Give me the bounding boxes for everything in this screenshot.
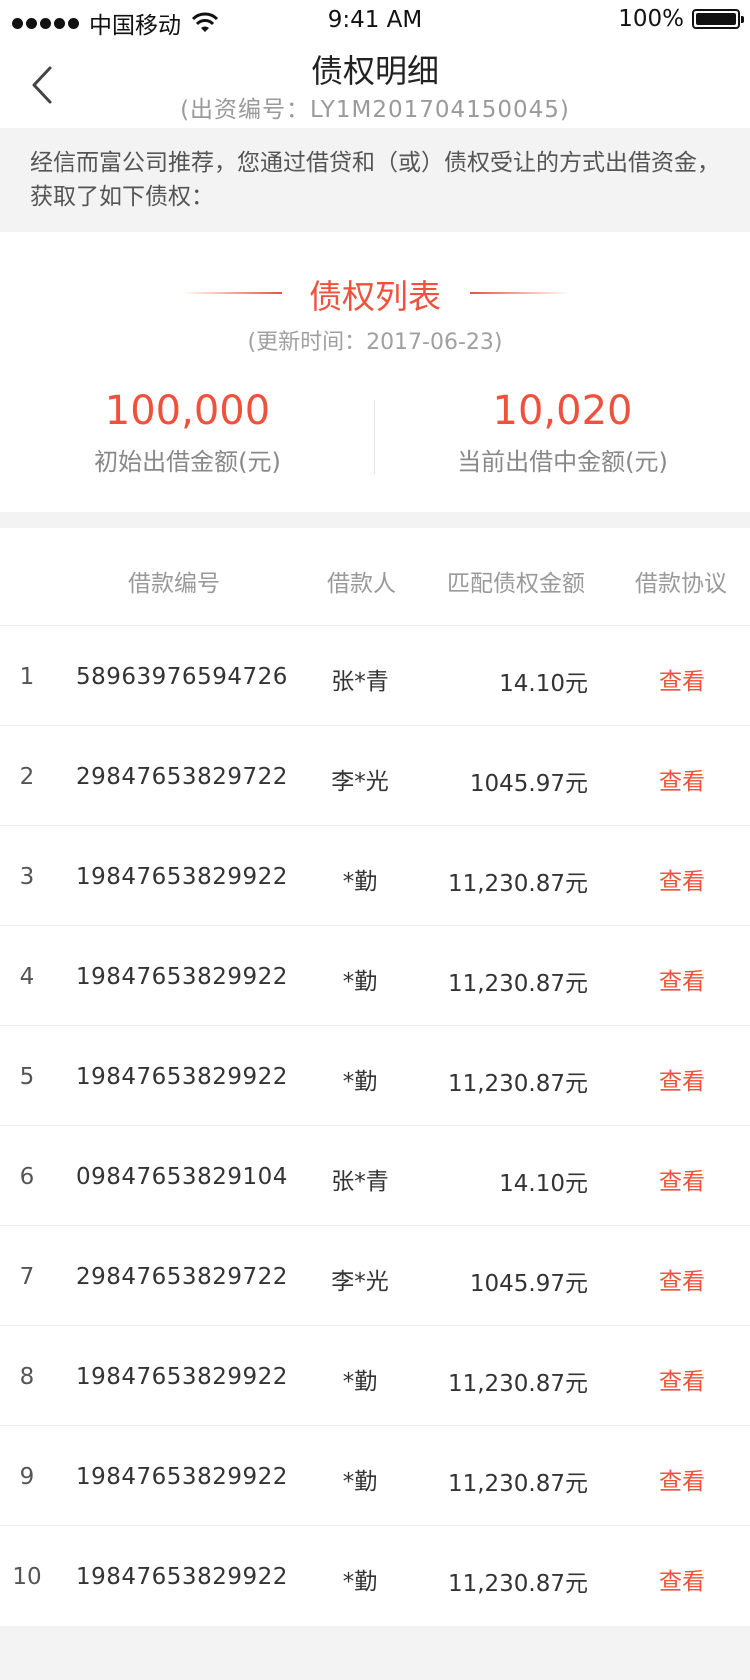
row-borrower: *勤: [342, 869, 378, 895]
current-amount-label: 当前出借中金额(元): [457, 448, 668, 476]
table-row: 4 19847653829922 *勤 11,230.87元 查看: [0, 926, 750, 1026]
view-agreement-link[interactable]: 查看: [632, 1062, 732, 1096]
row-index: 3: [19, 864, 35, 890]
status-bar: 中国移动 9:41 AM 100%: [0, 0, 750, 42]
status-right: 100%: [618, 6, 744, 32]
row-index: 4: [19, 964, 35, 990]
debt-table: 借款编号 借款人 匹配债权金额 借款协议 1 58963976594726 张*青 1…: [0, 528, 750, 1626]
row-index: 7: [19, 1264, 35, 1290]
view-agreement-link[interactable]: 查看: [632, 1362, 732, 1396]
section-title: 债权列表: [309, 277, 441, 316]
row-loan-no: 58963976594726: [76, 664, 288, 690]
row-index: 1: [19, 664, 35, 690]
table-row: 5 19847653829922 *勤 11,230.87元 查看: [0, 1026, 750, 1126]
row-borrower: *勤: [342, 1069, 378, 1095]
row-index: 8: [19, 1364, 35, 1390]
summary-card: 债权列表 (更新时间：2017-06-23) 100,000 初始出借金额(元)…: [0, 232, 750, 512]
title-line-right: [470, 292, 570, 294]
table-header: 借款编号 借款人 匹配债权金额 借款协议: [0, 528, 750, 626]
row-loan-no: 29847653829722: [76, 764, 288, 790]
header-amount: 匹配债权金额: [447, 571, 585, 597]
initial-amount-stat: 100,000 初始出借金额(元): [0, 388, 375, 477]
view-agreement-link[interactable]: 查看: [632, 662, 732, 696]
row-loan-no: 19847653829922: [76, 1364, 288, 1390]
row-amount: 11,230.87元: [447, 1471, 588, 1497]
row-borrower: *勤: [342, 1369, 378, 1395]
row-amount: 11,230.87元: [447, 871, 588, 897]
row-loan-no: 19847653829922: [76, 1064, 288, 1090]
row-borrower: *勤: [342, 1569, 378, 1595]
table-row: 3 19847653829922 *勤 11,230.87元 查看: [0, 826, 750, 926]
table-row: 6 09847653829104 张*青 14.10元 查看: [0, 1126, 750, 1226]
row-amount: 11,230.87元: [447, 1071, 588, 1097]
row-amount: 14.10元: [499, 671, 588, 697]
row-amount: 14.10元: [499, 1171, 588, 1197]
header-loan-no: 借款编号: [128, 571, 220, 597]
row-amount: 1045.97元: [469, 1271, 588, 1297]
row-index: 6: [19, 1164, 35, 1190]
view-agreement-link[interactable]: 查看: [632, 762, 732, 796]
row-index: 5: [19, 1064, 35, 1090]
initial-amount-label: 初始出借金额(元): [94, 448, 281, 476]
row-borrower: 张*青: [331, 669, 389, 695]
view-agreement-link[interactable]: 查看: [632, 1562, 732, 1596]
row-loan-no: 19847653829922: [76, 1464, 288, 1490]
row-amount: 11,230.87元: [447, 1371, 588, 1397]
table-row: 1 58963976594726 张*青 14.10元 查看: [0, 626, 750, 726]
row-amount: 1045.97元: [469, 771, 588, 797]
row-loan-no: 19847653829922: [76, 964, 288, 990]
nav-bar: 债权明细 (出资编号：LY1M201704150045): [0, 42, 750, 128]
row-index: 2: [19, 764, 35, 790]
view-agreement-link[interactable]: 查看: [632, 1162, 732, 1196]
row-borrower: *勤: [342, 1469, 378, 1495]
row-index: 10: [12, 1564, 42, 1590]
row-loan-no: 19847653829922: [76, 864, 288, 890]
view-agreement-link[interactable]: 查看: [632, 1462, 732, 1496]
table-row: 8 19847653829922 *勤 11,230.87元 查看: [0, 1326, 750, 1426]
view-agreement-link[interactable]: 查看: [632, 1262, 732, 1296]
battery-icon: [692, 9, 744, 29]
battery-percent: 100%: [618, 6, 684, 32]
table-row: 7 29847653829722 李*光 1045.97元 查看: [0, 1226, 750, 1326]
current-amount-stat: 10,020 当前出借中金额(元): [375, 388, 750, 477]
row-amount: 11,230.87元: [447, 971, 588, 997]
page-title: 债权明细: [310, 52, 439, 90]
row-borrower: 李*光: [331, 769, 389, 795]
table-body: 1 58963976594726 张*青 14.10元 查看 2 2984765382972…: [0, 626, 750, 1626]
notice-text: 经信而富公司推荐，您通过借贷和（或）债权受让的方式出借资金，获取了如下债权：: [0, 128, 750, 232]
row-borrower: 李*光: [331, 1269, 389, 1295]
table-row: 2 29847653829722 李*光 1045.97元 查看: [0, 726, 750, 826]
table-row: 9 19847653829922 *勤 11,230.87元 查看: [0, 1426, 750, 1526]
row-loan-no: 29847653829722: [76, 1264, 288, 1290]
row-index: 9: [19, 1464, 35, 1490]
header-borrower: 借款人: [327, 571, 396, 597]
row-borrower: *勤: [342, 969, 378, 995]
row-loan-no: 09847653829104: [76, 1164, 288, 1190]
view-agreement-link[interactable]: 查看: [632, 862, 732, 896]
view-agreement-link[interactable]: 查看: [632, 962, 732, 996]
current-amount-value: 10,020: [492, 388, 633, 434]
investment-number: (出资编号：LY1M201704150045): [180, 97, 570, 123]
row-borrower: 张*青: [331, 1169, 389, 1195]
table-row: 10 19847653829922 *勤 11,230.87元 查看: [0, 1526, 750, 1626]
header-protocol: 借款协议: [635, 571, 727, 597]
update-time: (更新时间：2017-06-23): [247, 330, 503, 355]
row-amount: 11,230.87元: [447, 1571, 588, 1597]
row-loan-no: 19847653829922: [76, 1564, 288, 1590]
initial-amount-value: 100,000: [104, 388, 271, 434]
